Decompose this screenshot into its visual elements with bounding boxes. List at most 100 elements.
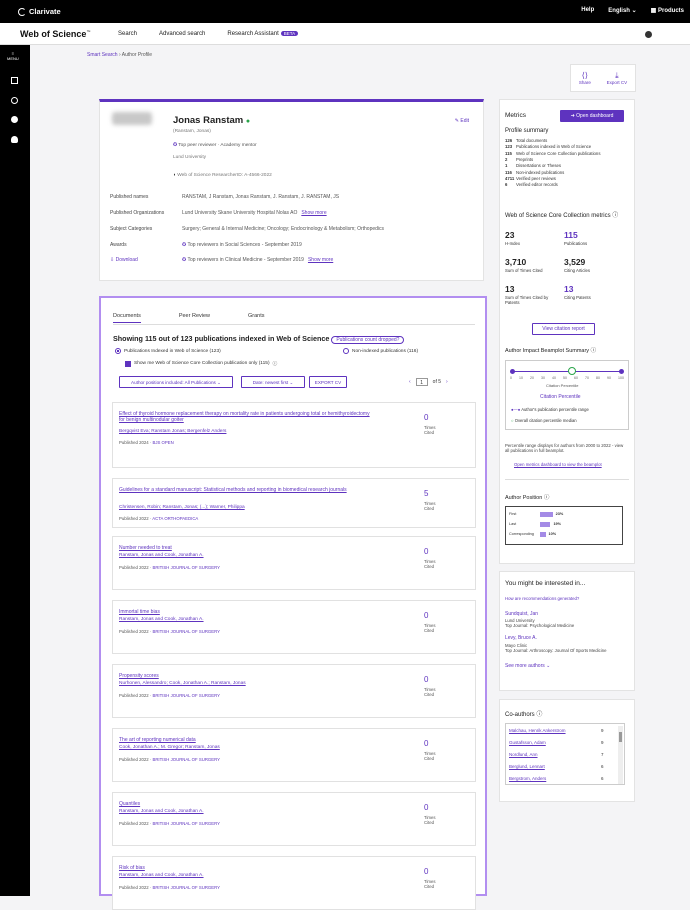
document-publication: Published 2022 · ACTA ORTHOPAEDICA xyxy=(119,516,198,521)
citing-patents-value[interactable]: 13 xyxy=(564,284,573,294)
see-more-authors[interactable]: See more authors ⌄ xyxy=(505,663,550,669)
clarivate-logo[interactable]: Clarivate xyxy=(18,7,61,16)
export-cv-button[interactable]: ⤓ Export CV xyxy=(607,71,628,85)
recommended-author-1[interactable]: Sundquist, Jan xyxy=(505,611,538,617)
document-title[interactable]: Propensity scores xyxy=(119,673,374,679)
info-icon[interactable]: ⓘ xyxy=(591,348,597,354)
coauthor-item[interactable]: Berglund, Lennart 6 xyxy=(509,764,609,769)
times-cited-count[interactable]: 5 xyxy=(424,489,428,498)
bell-icon[interactable] xyxy=(11,136,18,143)
tab-peer-review[interactable]: Peer Review xyxy=(179,313,210,323)
info-icon[interactable]: ⓘ xyxy=(544,495,550,501)
document-journal[interactable]: BRITISH JOURNAL OF SURGERY xyxy=(152,757,220,762)
document-title[interactable]: Immortal time bias xyxy=(119,609,374,615)
document-title[interactable]: Risk of bias xyxy=(119,865,374,871)
nav-search[interactable]: Search xyxy=(118,31,137,37)
language-select[interactable]: English ⌄ xyxy=(608,7,636,14)
info-icon[interactable]: ⓘ xyxy=(273,360,278,367)
recommended-author-2[interactable]: Levy, Bruce A. xyxy=(505,635,537,641)
page-input[interactable]: 1 xyxy=(415,378,428,386)
coauthor-item[interactable]: Bergstrom, Anders 6 xyxy=(509,776,609,781)
document-card: Quantiles Ranstam, Jonas and Cook, Jonath… xyxy=(112,792,476,846)
core-metrics-title-text: Web of Science Core Collection metrics xyxy=(505,213,611,219)
document-journal[interactable]: BJS OPEN xyxy=(152,440,173,445)
document-published: Published 2022 · xyxy=(119,757,153,762)
publications-value[interactable]: 115 xyxy=(564,230,578,240)
document-authors[interactable]: Ranstam, Jonas and Cook, Jonathan A. xyxy=(119,553,204,558)
radio-indexed[interactable]: Publications Indexed in Web of Science (… xyxy=(115,348,221,354)
tab-grants[interactable]: Grants xyxy=(248,313,265,323)
times-cited-count[interactable]: 0 xyxy=(424,803,428,812)
share-button[interactable]: ⟨⟩ Share xyxy=(579,71,591,85)
times-cited-count[interactable]: 0 xyxy=(424,547,428,556)
download-link[interactable]: ⇩ Download xyxy=(110,257,182,263)
next-page-icon[interactable]: › xyxy=(446,379,448,385)
document-authors[interactable]: Nurhonen, Alessandro; Cook, Jonathan A.;… xyxy=(119,681,246,686)
document-title[interactable]: Number needed to treat xyxy=(119,545,374,551)
document-authors[interactable]: Cook, Jonathan A.; M. Gregor; Ranstam, J… xyxy=(119,745,220,750)
radio-non-indexed[interactable]: Non-indexed publications (116) xyxy=(343,348,418,354)
times-cited-count[interactable]: 0 xyxy=(424,739,428,748)
document-journal[interactable]: BRITISH JOURNAL OF SURGERY xyxy=(152,885,220,890)
document-title[interactable]: The art of reporting numerical data xyxy=(119,737,374,743)
document-title[interactable]: Guidelines for a standard manuscript: St… xyxy=(119,487,374,493)
products-menu[interactable]: ▦ Products xyxy=(651,7,684,14)
tab-documents[interactable]: Documents xyxy=(113,313,141,323)
organizations-text: Lund University Skane University Hospita… xyxy=(182,210,298,216)
how-recommendations-link[interactable]: How are recommendations generated? xyxy=(505,596,579,601)
document-title[interactable]: Effect of thyroid hormone replacement th… xyxy=(119,411,374,423)
export-cv-doc-button[interactable]: EXPORT CV xyxy=(309,376,347,388)
document-authors[interactable]: Bergqvist Eva; Ranstam Jonas; Bergenfelz… xyxy=(119,429,226,434)
metrics-title: Metrics xyxy=(505,112,526,119)
coauthor-item[interactable]: Malchau, Henrik Ankerstrom 9 xyxy=(509,728,609,733)
award-2: ✪ Top reviewers in Clinical Medicine - S… xyxy=(182,257,333,263)
core-collection-checkbox[interactable]: Show me Web of Science Core Collection p… xyxy=(125,360,277,367)
sort-date-filter[interactable]: Date: newest first ⌄ xyxy=(241,376,305,388)
profile-summary-title: Profile summary xyxy=(505,128,549,134)
scroll-thumb[interactable] xyxy=(619,732,622,742)
coauthors-scrollbar[interactable] xyxy=(618,726,623,784)
document-journal[interactable]: BRITISH JOURNAL OF SURGERY xyxy=(152,693,220,698)
coauthor-item[interactable]: Nordlund, Ann 7 xyxy=(509,752,609,757)
show-more-awards[interactable]: Show more xyxy=(308,257,333,263)
document-authors[interactable]: Christensen, Robin; Ranstam, Jonas; (...… xyxy=(119,505,245,510)
history-icon[interactable] xyxy=(11,97,18,104)
prev-page-icon[interactable]: ‹ xyxy=(409,379,411,385)
help-link[interactable]: Help xyxy=(581,7,594,14)
author-positions-filter[interactable]: Author positions included: All Publicati… xyxy=(119,376,233,388)
times-cited-count[interactable]: 0 xyxy=(424,611,428,620)
researcher-id[interactable]: ◖ Web of Science ResearcherID: A-4566-20… xyxy=(173,173,272,178)
open-dashboard-link[interactable]: Open metrics dashboard to view the beamp… xyxy=(514,462,602,467)
profile-icon[interactable] xyxy=(11,116,18,123)
position-label: Corresponding xyxy=(509,532,534,536)
edit-button[interactable]: ✎ Edit xyxy=(455,118,469,124)
document-title[interactable]: Quantiles xyxy=(119,801,374,807)
view-citation-report-button[interactable]: View citation report xyxy=(532,323,595,335)
open-dashboard-button[interactable]: ➜ Open dashboard xyxy=(560,110,624,122)
count-dropped-button[interactable]: Publications count dropped? xyxy=(331,336,405,344)
document-journal[interactable]: ACTA ORTHOPAEDICA xyxy=(152,516,198,521)
range-legend-icon: ●—● xyxy=(511,407,522,412)
show-more-orgs[interactable]: Show more xyxy=(301,210,326,216)
times-cited-count[interactable]: 0 xyxy=(424,413,428,422)
times-cited-count[interactable]: 0 xyxy=(424,675,428,684)
user-icon[interactable] xyxy=(645,31,652,38)
document-authors[interactable]: Ranstam, Jonas and Cook, Jonathan A. xyxy=(119,809,204,814)
profile-tools: ⟨⟩ Share ⤓ Export CV xyxy=(570,64,636,92)
document-authors[interactable]: Ranstam, Jonas and Cook, Jonathan A. xyxy=(119,617,204,622)
times-cited-count[interactable]: 0 xyxy=(424,867,428,876)
info-icon[interactable]: ⓘ xyxy=(536,712,542,718)
breadcrumb-smart-search[interactable]: Smart Search xyxy=(87,52,118,58)
folder-icon[interactable] xyxy=(11,77,18,84)
document-authors[interactable]: Ranstam, Jonas and Cook, Jonathan A. xyxy=(119,873,204,878)
info-icon[interactable]: ⓘ xyxy=(612,213,618,219)
nav-research-assistant[interactable]: Research Assistant BETA xyxy=(227,31,299,37)
document-card: Guidelines for a standard manuscript: St… xyxy=(112,478,476,528)
document-journal[interactable]: BRITISH JOURNAL OF SURGERY xyxy=(152,565,220,570)
document-journal[interactable]: BRITISH JOURNAL OF SURGERY xyxy=(152,629,220,634)
document-journal[interactable]: BRITISH JOURNAL OF SURGERY xyxy=(152,821,220,826)
coauthor-item[interactable]: Gustafsson, Adam 9 xyxy=(509,740,609,745)
nav-advanced-search[interactable]: Advanced search xyxy=(159,31,205,37)
menu-button[interactable]: ≡ MENU xyxy=(7,51,19,61)
wos-logo[interactable]: Web of Science™ xyxy=(20,29,90,39)
